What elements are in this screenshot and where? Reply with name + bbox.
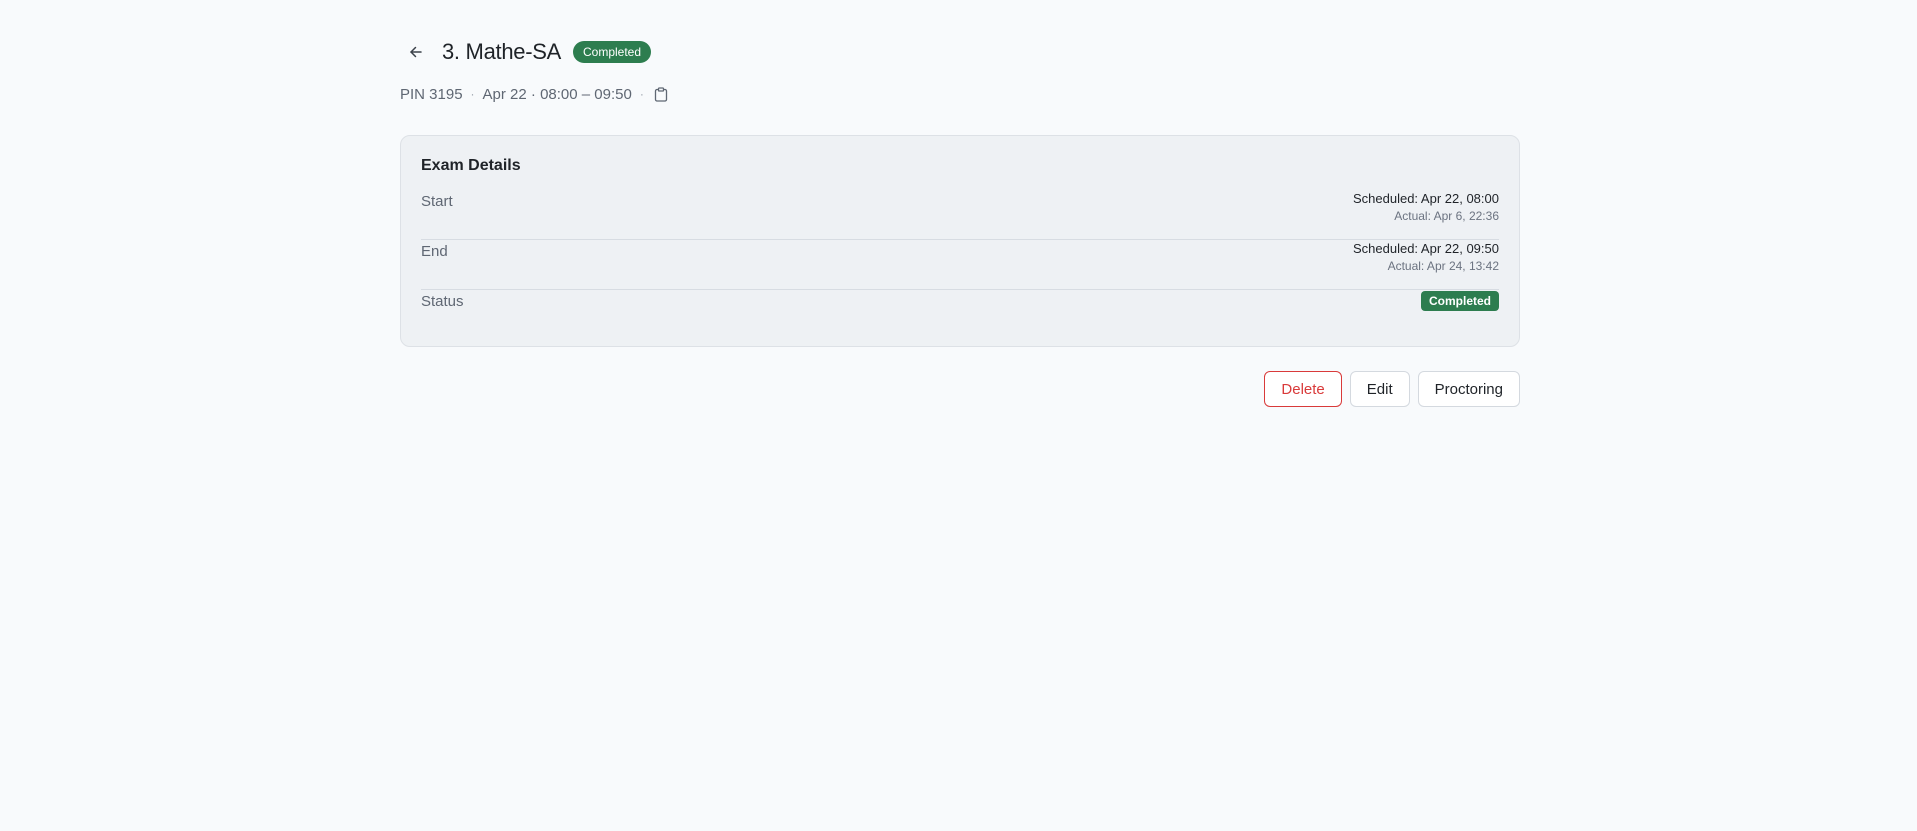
actual-time: Actual: Apr 24, 13:42 [1387, 259, 1499, 273]
card-title: Exam Details [421, 157, 521, 174]
detail-row-start: Start Scheduled: Apr 22, 08:00 Actual: A… [421, 190, 1499, 240]
back-button[interactable] [400, 36, 432, 68]
proctoring-button[interactable]: Proctoring [1417, 371, 1520, 407]
exam-schedule: Apr 22 · 08:00 – 09:50 [482, 85, 632, 103]
status-badge: Completed [572, 41, 652, 63]
detail-values: Scheduled: Apr 22, 08:00 Actual: Apr 6, … [1353, 190, 1499, 225]
page-header: 3. Mathe-SA Completed [400, 36, 652, 68]
action-bar: Delete Edit Proctoring [1264, 371, 1520, 407]
clipboard-icon [654, 86, 667, 102]
meta-separator: · [639, 87, 644, 101]
exam-pin: PIN 3195 [400, 85, 463, 103]
delete-button[interactable]: Delete [1264, 371, 1342, 407]
copy-button[interactable] [652, 85, 670, 103]
page-title: 3. Mathe-SA [442, 39, 561, 64]
exam-details-card: Exam Details Start Scheduled: Apr 22, 08… [400, 135, 1520, 347]
edit-button[interactable]: Edit [1349, 371, 1410, 407]
detail-values: Scheduled: Apr 22, 09:50 Actual: Apr 24,… [1353, 240, 1499, 275]
detail-row-end: End Scheduled: Apr 22, 09:50 Actual: Apr… [421, 240, 1499, 290]
scheduled-time: Scheduled: Apr 22, 09:50 [1352, 241, 1499, 256]
meta-separator: · [470, 87, 475, 101]
detail-label: Status [421, 293, 464, 310]
actual-time: Actual: Apr 6, 22:36 [1394, 209, 1499, 223]
detail-label: Start [421, 193, 453, 210]
detail-row-status: Status Completed [421, 290, 1499, 330]
scheduled-time: Scheduled: Apr 22, 08:00 [1352, 191, 1499, 206]
detail-label: End [421, 243, 448, 260]
arrow-left-icon [410, 46, 422, 58]
status-badge: Completed [1420, 291, 1499, 311]
exam-meta: PIN 3195 · Apr 22 · 08:00 – 09:50 · [400, 84, 670, 104]
